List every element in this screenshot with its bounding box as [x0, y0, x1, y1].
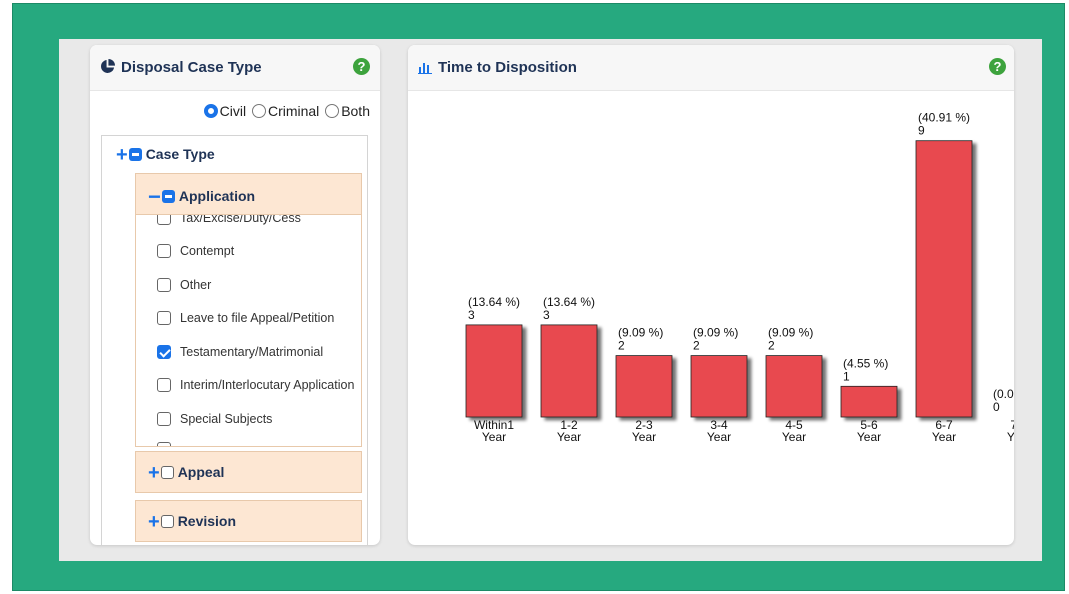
x-tick-label: Year: [482, 430, 506, 444]
radio-civil[interactable]: Civil: [203, 103, 246, 119]
time-to-disposition-title: Time to Disposition: [438, 59, 577, 76]
radio-button[interactable]: [251, 104, 266, 118]
list-item[interactable]: Other: [157, 278, 211, 292]
disposal-case-type-panel: Disposal Case Type ? Civil Criminal Both…: [90, 45, 380, 545]
radio-button-selected[interactable]: [203, 104, 218, 118]
checkbox[interactable]: [160, 515, 174, 528]
bar-value-label: 2: [768, 339, 775, 353]
panel-header: Disposal Case Type ?: [90, 45, 380, 91]
panel-title: Time to Disposition: [418, 59, 577, 78]
list-item[interactable]: Interim/Interlocutary Application: [157, 378, 354, 392]
bar-value-label: 2: [618, 339, 625, 353]
bar-value-label: 3: [468, 308, 475, 322]
bar-value-label: 2: [693, 339, 700, 353]
expand-plus-icon[interactable]: +: [148, 462, 160, 484]
tree-root-label: Case Type: [145, 146, 215, 162]
x-tick-label: Year: [932, 430, 956, 444]
expand-plus-icon[interactable]: +: [148, 511, 160, 533]
bar-percent-label: (9.09 %): [768, 326, 813, 340]
bar-chart-icon: [418, 61, 432, 78]
bar-5[interactable]: [840, 385, 898, 418]
bar-value-label: 9: [918, 124, 925, 138]
outer-frame: Disposal Case Type ? Civil Criminal Both…: [12, 3, 1065, 591]
bar-percent-label: (13.64 %): [543, 295, 595, 309]
list-item[interactable]: Contempt: [157, 244, 234, 258]
x-tick-label: Year: [557, 430, 581, 444]
x-tick-label: Year: [707, 430, 731, 444]
list-item[interactable]: Leave to file Appeal/Petition: [157, 311, 334, 325]
bar-value-label: 1: [843, 369, 850, 383]
panel-header: Time to Disposition ?: [408, 45, 1014, 91]
checkbox[interactable]: [160, 466, 174, 479]
x-tick-label: Year: [632, 430, 656, 444]
checkbox[interactable]: [157, 412, 171, 426]
collapse-minus-icon[interactable]: −: [148, 184, 161, 209]
bar-percent-label: (4.55 %): [843, 356, 888, 370]
tree-root-case-type[interactable]: + Case Type: [116, 144, 215, 167]
bar-percent-label: (0.00 %): [993, 387, 1014, 401]
time-to-disposition-chart: (13.64 %) 3 Within1 Year (13.64 %) 3 1-2 Year (9…: [408, 91, 1014, 545]
bar-2[interactable]: [615, 355, 673, 418]
radio-criminal[interactable]: Criminal: [251, 103, 319, 119]
bar-1[interactable]: [540, 324, 598, 418]
list-item[interactable]: Testamentary/Matrimonial: [157, 345, 323, 359]
bar-6[interactable]: [915, 140, 973, 418]
x-tick-label: Year: [1007, 430, 1014, 444]
bar-4[interactable]: [765, 355, 823, 418]
help-icon[interactable]: ?: [989, 58, 1006, 75]
tree-group-application[interactable]: − Application: [135, 173, 362, 215]
list-item[interactable]: Special Subjects: [157, 412, 272, 426]
application-sub-list[interactable]: Tax/Excise/Duty/Cess Contempt Other Leav…: [135, 215, 362, 447]
bar-percent-label: (9.09 %): [618, 326, 663, 340]
case-category-radio-group: Civil Criminal Both: [202, 103, 370, 119]
bar-0[interactable]: [465, 324, 523, 418]
tree-group-revision[interactable]: + Revision: [135, 500, 362, 542]
checkbox-checked[interactable]: [157, 345, 171, 359]
help-icon[interactable]: ?: [353, 58, 370, 75]
checkbox[interactable]: [157, 244, 171, 258]
case-type-tree: + Case Type − Application Tax/Excise/Duty/…: [101, 135, 368, 545]
disposal-case-type-title: Disposal Case Type: [121, 59, 262, 76]
bar-value-label: 0: [993, 400, 1000, 414]
radio-both[interactable]: Both: [325, 103, 370, 119]
list-item[interactable]: Tax/Excise/Duty/Cess: [157, 215, 301, 225]
x-tick-label: Year: [782, 430, 806, 444]
bar-value-label: 3: [543, 308, 550, 322]
dashboard-stage: Disposal Case Type ? Civil Criminal Both…: [59, 39, 1042, 561]
bar-percent-label: (9.09 %): [693, 326, 738, 340]
bar-percent-label: (13.64 %): [468, 295, 520, 309]
expand-plus-icon[interactable]: +: [116, 144, 128, 166]
partial-select-icon[interactable]: [128, 148, 142, 161]
radio-button[interactable]: [325, 104, 340, 118]
checkbox[interactable]: [157, 215, 171, 225]
checkbox[interactable]: [157, 442, 171, 446]
bar-chart-svg: (13.64 %)3Within1Year(13.64 %)31-2Year(9…: [465, 111, 1014, 444]
time-to-disposition-panel: Time to Disposition ? (13.64 %) 3 Within1 Y…: [408, 45, 1014, 545]
checkbox[interactable]: [157, 311, 171, 325]
bar-3[interactable]: [690, 355, 748, 418]
partial-select-icon[interactable]: [161, 190, 175, 203]
checkbox[interactable]: [157, 278, 171, 292]
pie-chart-icon: [100, 59, 115, 78]
x-tick-label: Year: [857, 430, 881, 444]
checkbox[interactable]: [157, 378, 171, 392]
list-item[interactable]: [157, 442, 180, 446]
bar-percent-label: (40.91 %): [918, 111, 970, 125]
panel-title: Disposal Case Type: [100, 59, 262, 78]
tree-group-appeal[interactable]: + Appeal: [135, 451, 362, 493]
